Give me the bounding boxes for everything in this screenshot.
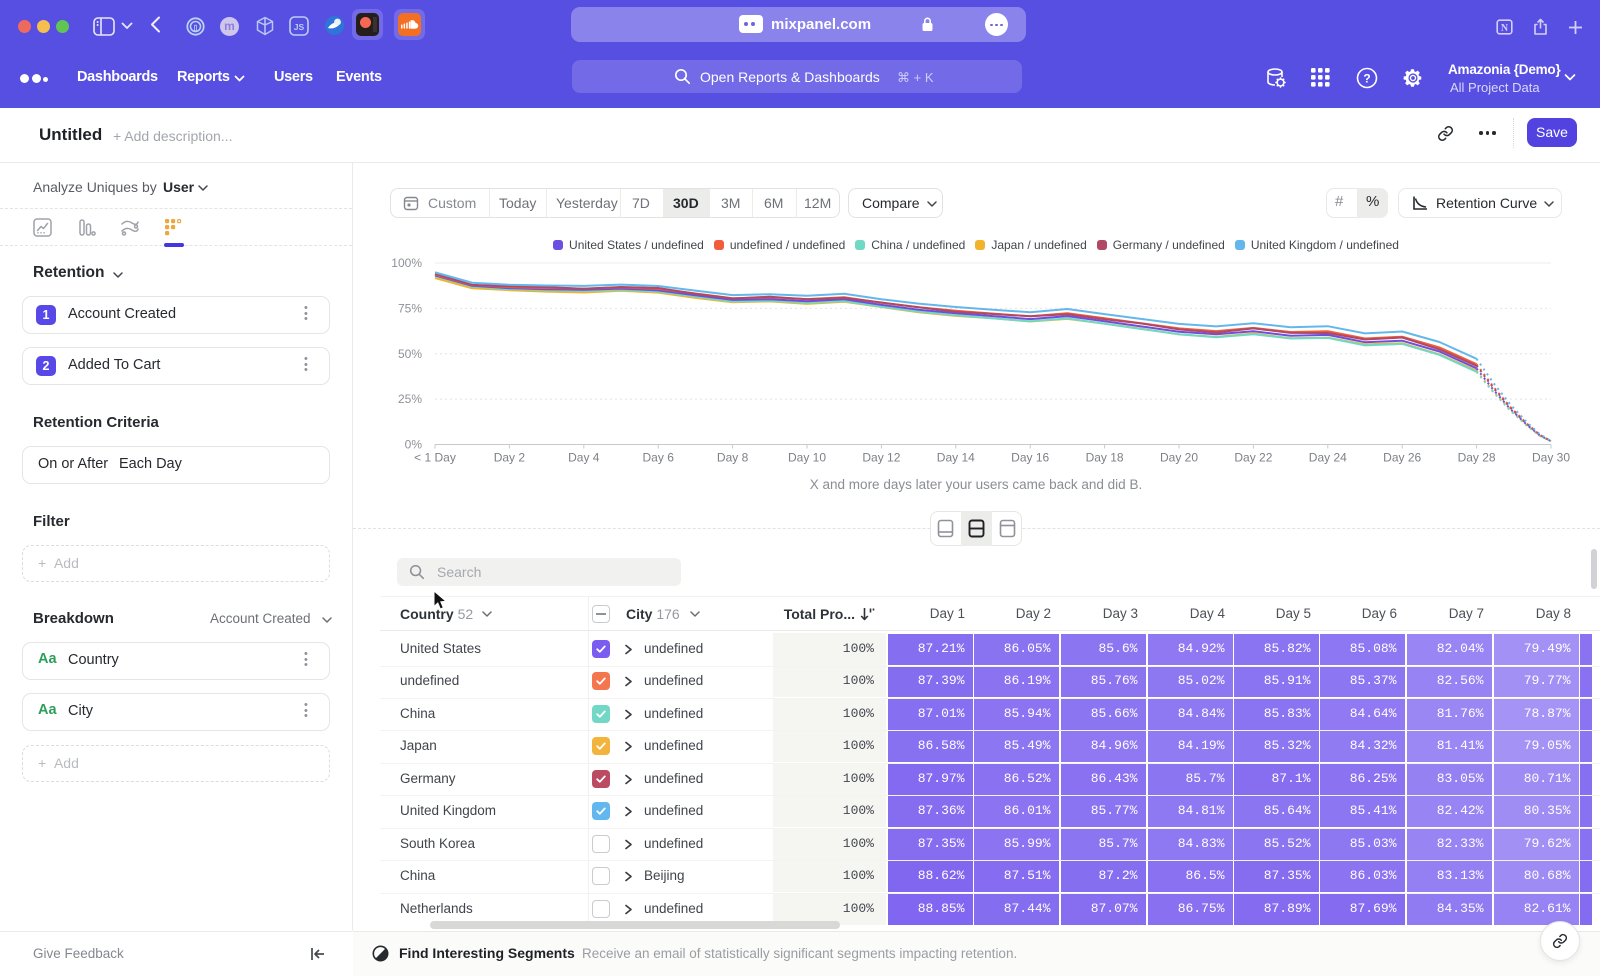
- svg-text:Day 12: Day 12: [862, 451, 900, 465]
- svg-text:50%: 50%: [398, 347, 422, 361]
- svg-text:25%: 25%: [398, 392, 422, 406]
- svg-text:?: ?: [1363, 72, 1370, 86]
- svg-text:Day 2: Day 2: [494, 451, 526, 465]
- svg-text:Day 22: Day 22: [1234, 451, 1272, 465]
- svg-text:75%: 75%: [398, 301, 422, 315]
- svg-text:Day 30: Day 30: [1532, 451, 1570, 465]
- svg-text:N: N: [1501, 23, 1509, 34]
- svg-text:Day 18: Day 18: [1086, 451, 1124, 465]
- svg-text:Day 10: Day 10: [788, 451, 826, 465]
- svg-text:Day 8: Day 8: [717, 451, 749, 465]
- svg-text:Day 4: Day 4: [568, 451, 600, 465]
- svg-text:Day 6: Day 6: [643, 451, 675, 465]
- svg-text:< 1 Day: < 1 Day: [414, 451, 456, 465]
- svg-text:Day 20: Day 20: [1160, 451, 1198, 465]
- svg-text:Day 24: Day 24: [1309, 451, 1347, 465]
- svg-text:0%: 0%: [405, 438, 423, 452]
- svg-text:Day 14: Day 14: [937, 451, 975, 465]
- svg-text:Day 28: Day 28: [1458, 451, 1496, 465]
- svg-text:100%: 100%: [391, 256, 422, 270]
- svg-text:JS: JS: [294, 22, 305, 32]
- svg-text:Day 16: Day 16: [1011, 451, 1049, 465]
- svg-text:Day 26: Day 26: [1383, 451, 1421, 465]
